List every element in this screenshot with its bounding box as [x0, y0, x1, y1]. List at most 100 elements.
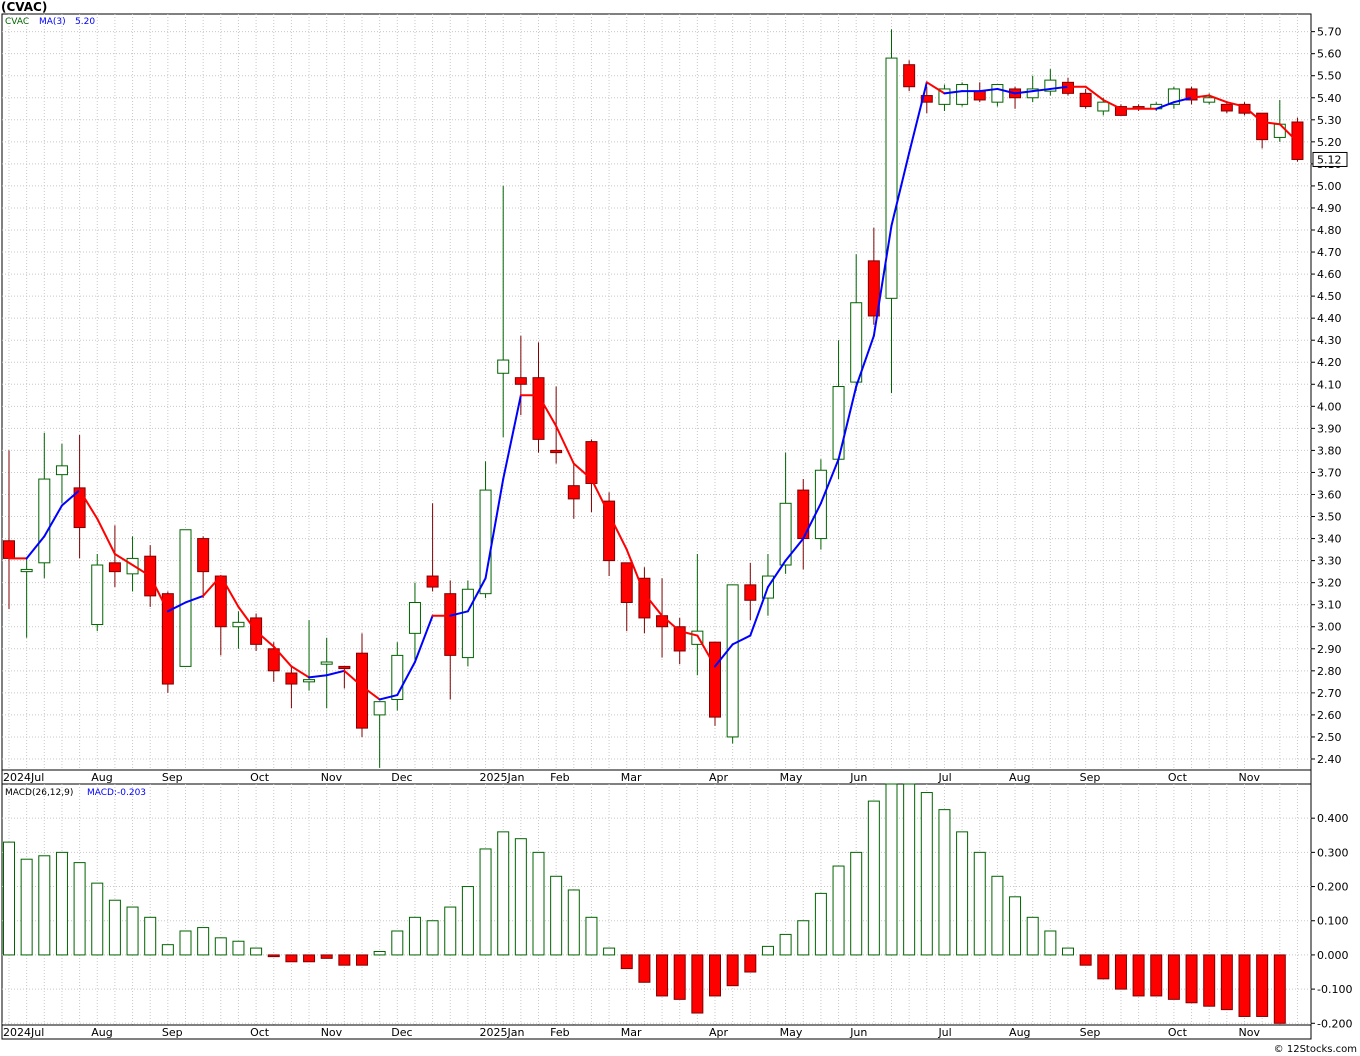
- macd-bar: [991, 875, 1004, 956]
- price-x-label: Oct: [1168, 771, 1188, 784]
- macd-x-label: Aug: [1009, 1026, 1030, 1039]
- candle-body: [1079, 92, 1092, 108]
- candle: [214, 575, 227, 656]
- macd-bar: [1273, 954, 1286, 1024]
- price-tick-label: 2.40: [1317, 753, 1342, 766]
- macd-tick-label: 0.200: [1317, 881, 1349, 894]
- macd-bar: [920, 792, 933, 956]
- macd-bar: [973, 851, 986, 956]
- macd-bar: [285, 954, 298, 963]
- candle-body: [444, 593, 457, 656]
- macd-bar: [1167, 954, 1180, 1000]
- legend-ma-label: MA(3): [39, 17, 66, 27]
- candle: [1185, 86, 1198, 105]
- macd-bar: [1079, 954, 1092, 966]
- price-grid: [2, 14, 1311, 770]
- price-x-label: Jun: [849, 771, 867, 784]
- candle: [1044, 69, 1057, 96]
- price-y-axis: 5.705.605.505.405.305.205.105.004.904.80…: [1311, 26, 1342, 766]
- candle-body: [38, 478, 51, 564]
- candle: [391, 642, 404, 711]
- candle-body: [426, 575, 439, 588]
- price-tick-label: 2.70: [1317, 687, 1342, 700]
- candle-body: [408, 601, 421, 634]
- candle: [161, 591, 174, 693]
- macd-x-label: Feb: [550, 1026, 569, 1039]
- price-x-label: Feb: [550, 771, 569, 784]
- candle: [973, 82, 986, 103]
- candle: [567, 463, 580, 519]
- candle-body: [603, 500, 616, 562]
- candle: [267, 642, 280, 682]
- macd-bar: [320, 954, 333, 959]
- candle: [673, 617, 686, 665]
- macd-bar: [179, 930, 192, 956]
- macd-bar: [232, 940, 245, 956]
- legend-symbol: CVAC: [5, 17, 29, 27]
- price-tick-label: 4.40: [1317, 312, 1342, 325]
- candle: [1009, 86, 1022, 109]
- candle-body: [903, 64, 916, 88]
- price-x-label: Aug: [91, 771, 112, 784]
- macd-bar: [550, 875, 563, 956]
- macd-bar: [20, 858, 33, 956]
- candle: [320, 637, 333, 709]
- price-x-label: 2025Jan: [480, 771, 525, 784]
- candle: [303, 620, 316, 691]
- macd-legend-label: MACD(26,12,9): [5, 788, 73, 798]
- macd-tick-label: 0.400: [1317, 812, 1349, 825]
- stock-chart: (CVAC) 5.705.605.505.405.305.205.105.004…: [1, 0, 1357, 1055]
- macd-bar: [814, 892, 827, 956]
- candle-body: [514, 377, 527, 385]
- macd-bar: [709, 954, 721, 997]
- chart-title: (CVAC): [1, 0, 47, 14]
- price-tick-label: 3.50: [1317, 511, 1342, 524]
- candle: [408, 582, 421, 660]
- macd-x-label: Oct: [250, 1026, 270, 1039]
- macd-bar: [303, 954, 316, 963]
- candle: [38, 432, 51, 579]
- candle-body: [956, 84, 969, 105]
- candle: [903, 60, 916, 92]
- macd-bar: [408, 916, 421, 956]
- candle-body: [567, 485, 580, 500]
- macd-bar: [1150, 954, 1163, 997]
- candle-body: [356, 652, 368, 729]
- candle: [497, 185, 510, 438]
- macd-bar: [673, 954, 686, 1000]
- candle-body: [973, 90, 986, 101]
- candle-body: [744, 584, 757, 601]
- candle: [726, 584, 739, 744]
- price-panel-frame: [1, 13, 1312, 771]
- macd-bar: [585, 916, 598, 956]
- candle-body: [391, 654, 404, 700]
- price-x-label: Oct: [250, 771, 270, 784]
- price-tick-label: 4.10: [1317, 378, 1342, 391]
- price-x-label: 2024Jul: [3, 771, 44, 784]
- macd-bar: [850, 851, 863, 956]
- macd-legend-value: MACD:-0.203: [87, 788, 146, 798]
- macd-legend: MACD(26,12,9) MACD:-0.203: [5, 788, 146, 798]
- price-tick-label: 5.40: [1317, 92, 1342, 105]
- price-tick-label: 4.00: [1317, 400, 1342, 413]
- candle-body: [55, 465, 68, 476]
- ma-segment: [96, 517, 116, 555]
- candle: [532, 342, 545, 453]
- candle-body: [1220, 103, 1233, 112]
- macd-x-label: Sep: [162, 1026, 183, 1039]
- macd-x-label: Dec: [391, 1026, 412, 1039]
- macd-bar: [832, 865, 845, 956]
- candle-body: [303, 679, 316, 683]
- ma-segment: [555, 425, 575, 465]
- candle-body: [497, 359, 510, 374]
- price-x-label: Dec: [391, 771, 412, 784]
- candle-body: [726, 584, 739, 738]
- macd-x-label: Nov: [1239, 1026, 1261, 1039]
- ma-segment: [925, 81, 946, 95]
- price-tick-label: 3.10: [1317, 599, 1342, 612]
- candle-body: [161, 593, 174, 685]
- candle: [91, 554, 104, 632]
- price-tick-label: 3.00: [1317, 621, 1342, 634]
- macd-bar: [426, 920, 439, 956]
- candle-body: [585, 441, 598, 484]
